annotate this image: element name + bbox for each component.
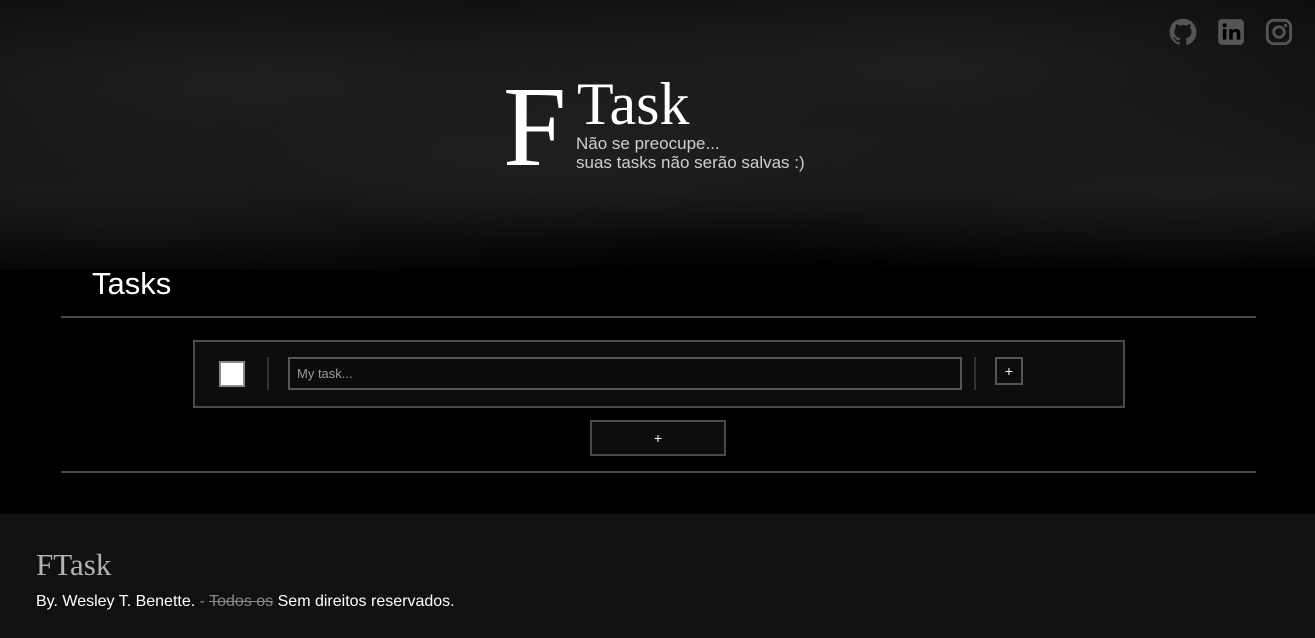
github-icon[interactable] <box>1169 18 1197 46</box>
logo-subtitle: Não se preocupe... suas tasks não serão … <box>576 134 805 172</box>
footer: FTask By. Wesley T. Benette. - Todos os … <box>0 514 1315 638</box>
footer-brand: FTask <box>36 547 112 582</box>
footer-author: By. Wesley T. Benette. <box>36 593 196 610</box>
logo-letter: F <box>503 63 567 190</box>
task-checkbox[interactable] <box>219 361 245 387</box>
logo-word: Task <box>577 71 690 137</box>
row-divider-left <box>267 357 269 390</box>
footer-rights: Sem direitos reservados. <box>277 593 455 610</box>
logo-subtitle-line2: suas tasks não serão salvas :) <box>576 153 805 172</box>
instagram-icon[interactable] <box>1265 18 1293 46</box>
bottom-divider <box>61 471 1256 473</box>
header-banner: F Task Não se preocupe... suas tasks não… <box>0 0 1315 270</box>
task-row: + <box>193 340 1125 408</box>
logo-subtitle-line1: Não se preocupe... <box>576 134 720 153</box>
footer-struck-text: Todos os <box>209 593 274 610</box>
top-divider <box>61 316 1256 318</box>
footer-separator: - <box>199 593 205 610</box>
section-title: Tasks <box>92 266 172 301</box>
row-divider-right <box>974 357 976 390</box>
logo: F Task Não se preocupe... suas tasks não… <box>503 70 833 184</box>
linkedin-icon[interactable] <box>1217 18 1245 46</box>
footer-credit: By. Wesley T. Benette. - Todos os Sem di… <box>36 593 455 611</box>
task-input[interactable] <box>288 357 962 390</box>
add-task-button[interactable]: + <box>590 420 726 456</box>
add-subtask-button[interactable]: + <box>995 357 1023 385</box>
social-links <box>1169 18 1293 46</box>
